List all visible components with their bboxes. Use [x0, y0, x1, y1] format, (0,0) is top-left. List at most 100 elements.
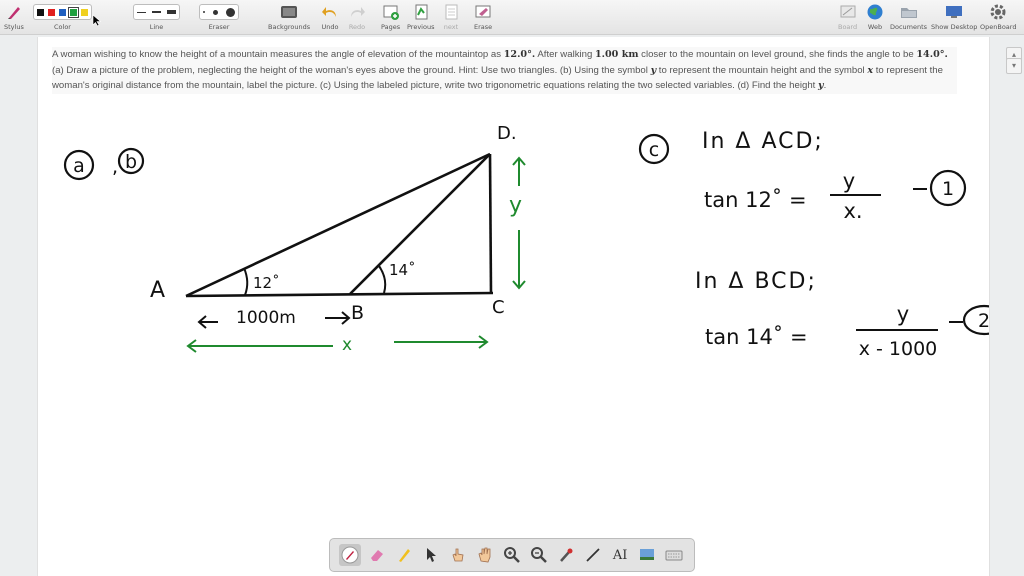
- dist-arrow-right: [325, 311, 351, 325]
- eq1-lhs: tan 12˚ =: [704, 188, 807, 212]
- triangle-bcd-heading: In Δ BCD;: [695, 269, 817, 294]
- point-d-label: D.: [497, 123, 517, 144]
- backgrounds-label: Backgrounds: [268, 23, 311, 31]
- eraser-label: Eraser: [208, 23, 230, 31]
- line-medium-option[interactable]: [152, 11, 161, 13]
- y-arrow-up: [512, 156, 526, 186]
- next-page-icon: [445, 4, 458, 20]
- eq1-numerator: y: [843, 169, 855, 193]
- erase-label: Erase: [474, 23, 493, 31]
- virtual-keyboard-button[interactable]: [663, 544, 685, 566]
- line-group: Line: [133, 2, 180, 31]
- dist-1000m-label: 1000m: [236, 308, 296, 328]
- zoom-out-button[interactable]: [528, 544, 550, 566]
- x-arrow-left: [186, 339, 333, 353]
- eraser-icon: [370, 550, 383, 561]
- pen-icon: [341, 546, 359, 564]
- angle-12-arc: [243, 267, 249, 296]
- gear-icon: [990, 4, 1006, 20]
- show-desktop-label: Show Desktop: [931, 23, 978, 31]
- backgrounds-icon: [281, 6, 298, 18]
- text-tool-button[interactable]: AI: [609, 544, 631, 566]
- line-thick-option[interactable]: [167, 10, 176, 14]
- stylus-label: Stylus: [4, 23, 24, 31]
- y-arrow-down: [512, 230, 526, 290]
- laser-pointer-icon: [560, 548, 573, 562]
- color-swatch[interactable]: [81, 8, 88, 16]
- previous-page-button[interactable]: Previous: [407, 2, 434, 31]
- openboard-label: OpenBoard: [980, 23, 1017, 31]
- part-comma: ,: [112, 156, 118, 178]
- web-button[interactable]: Web: [866, 2, 884, 31]
- pointing-hand-icon: [452, 548, 464, 562]
- mountain-height-line: [488, 153, 493, 295]
- documents-button[interactable]: Documents: [890, 2, 927, 31]
- triangle-ground-line: [185, 291, 494, 298]
- undo-label: Undo: [321, 23, 339, 31]
- next-page-button[interactable]: next: [442, 2, 460, 31]
- line-tool-button[interactable]: [582, 544, 604, 566]
- color-group: Color: [33, 2, 92, 31]
- pen-tool-button[interactable]: [338, 544, 361, 566]
- color-swatch[interactable]: [59, 8, 66, 16]
- hand-icon: [478, 547, 491, 563]
- dist-arrow-left: [197, 315, 218, 329]
- highlighter-icon: [398, 549, 410, 562]
- capture-icon: [640, 549, 655, 560]
- stylus-icon: [7, 7, 20, 19]
- eraser-group: Eraser: [199, 2, 239, 31]
- select-tool-button[interactable]: [420, 544, 442, 566]
- line-thin-option[interactable]: [137, 11, 146, 13]
- capture-tool-button[interactable]: [636, 544, 658, 566]
- redo-button[interactable]: Redo: [348, 2, 366, 31]
- hand-select-tool-button[interactable]: [447, 544, 469, 566]
- keyboard-icon: [665, 550, 683, 561]
- pages-label: Pages: [381, 23, 401, 31]
- globe-icon: [867, 4, 883, 20]
- eraser-size-palette[interactable]: [199, 4, 239, 20]
- previous-page-icon: [415, 4, 428, 20]
- triangle-acd-heading: In Δ ACD;: [702, 129, 824, 154]
- pages-button[interactable]: Pages: [381, 2, 400, 31]
- mouse-cursor-icon: [92, 14, 102, 27]
- laser-pointer-button[interactable]: [555, 544, 577, 566]
- board-icon: [840, 5, 856, 18]
- erase-page-icon: [475, 5, 491, 18]
- part-c-label: c: [649, 139, 659, 161]
- board-button[interactable]: Board: [838, 2, 857, 31]
- show-desktop-button[interactable]: Show Desktop: [931, 2, 977, 31]
- text-tool-icon: AI: [612, 547, 628, 563]
- line-label: Line: [149, 23, 164, 31]
- side-down-button[interactable]: ▾: [1006, 58, 1022, 74]
- pan-tool-button[interactable]: [474, 544, 496, 566]
- color-swatch[interactable]: [48, 8, 55, 16]
- point-b-label: B: [351, 302, 364, 324]
- eq1-tag-label: 1: [942, 178, 954, 200]
- documents-label: Documents: [890, 23, 928, 31]
- line-tool-icon: [586, 548, 600, 562]
- color-swatch[interactable]: [68, 6, 79, 18]
- openboard-menu-button[interactable]: OpenBoard: [980, 2, 1016, 31]
- angle-14-label: 14˚: [389, 261, 416, 279]
- erase-page-button[interactable]: Erase: [474, 2, 492, 31]
- zoom-in-icon: [503, 547, 520, 563]
- part-a-label: a: [73, 155, 85, 177]
- chevron-down-icon: ▾: [1011, 61, 1016, 70]
- undo-button[interactable]: Undo: [321, 2, 339, 31]
- color-label: Color: [54, 23, 71, 31]
- stylus-tool[interactable]: Stylus: [4, 2, 24, 31]
- desktop-icon: [946, 6, 963, 18]
- eraser-medium-option[interactable]: [213, 9, 218, 15]
- color-swatch[interactable]: [37, 8, 44, 16]
- board-page[interactable]: A woman wishing to know the height of a …: [37, 37, 990, 576]
- eq2-tag-label: 2: [978, 310, 989, 332]
- zoom-in-button[interactable]: [501, 544, 523, 566]
- eraser-small-option[interactable]: [203, 11, 205, 13]
- eraser-tool-button[interactable]: [366, 544, 388, 566]
- highlighter-tool-button[interactable]: [393, 544, 415, 566]
- angle-14-arc: [378, 265, 387, 294]
- bottom-toolbar: AI: [329, 538, 695, 572]
- top-toolbar: Stylus Color Line Eraser Backgrounds Und…: [0, 0, 1024, 35]
- eraser-large-option[interactable]: [226, 7, 235, 17]
- backgrounds-button[interactable]: Backgrounds: [268, 2, 310, 31]
